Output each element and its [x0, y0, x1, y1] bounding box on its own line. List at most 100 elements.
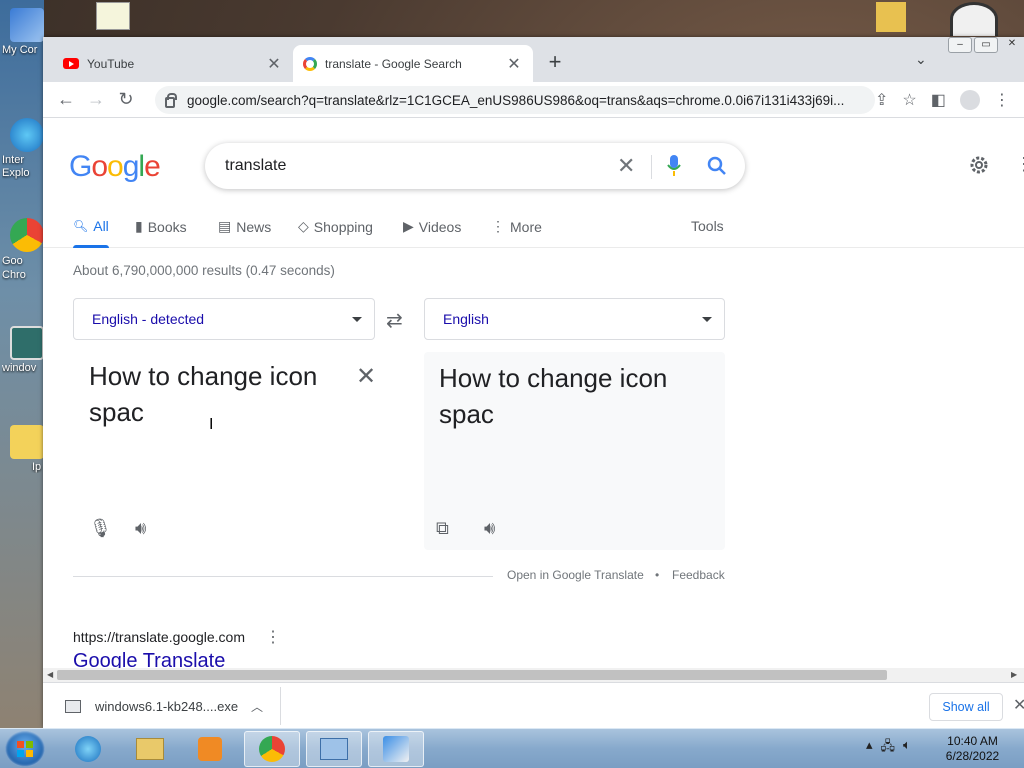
profile-avatar-icon[interactable]	[959, 90, 980, 110]
volume-icon[interactable]: 🔈︎	[903, 737, 911, 759]
scrollbar-thumb[interactable]	[57, 670, 887, 680]
gear-icon[interactable]	[968, 154, 990, 176]
page-content: Google translate ✕ ⋮ 🔍︎ All ▮ Books ▤ Ne…	[43, 118, 1024, 668]
youtube-icon	[63, 58, 79, 69]
chrome-window: YouTube ✕ translate - Google Search ✕ + …	[43, 37, 1024, 728]
show-hidden-icons-icon[interactable]: ▴	[866, 737, 873, 759]
toolbar-actions: ⇪ ☆ ◧ ⋮	[875, 90, 1010, 110]
apps-menu-icon[interactable]: ⋮	[1015, 154, 1024, 175]
dropdown-caret-icon	[352, 317, 362, 322]
search-icon[interactable]	[705, 154, 729, 178]
desktop-icon-windows-file[interactable]: windov	[2, 326, 44, 374]
speaker-icon[interactable]: 🔊︎	[484, 518, 495, 539]
result-url[interactable]: https://translate.google.com	[73, 629, 245, 645]
feedback-link[interactable]: Feedback	[672, 568, 725, 582]
close-icon[interactable]: ✕	[1013, 695, 1024, 715]
tab-news[interactable]: ▤ News	[218, 218, 271, 235]
clock[interactable]: 10:40 AM 6/28/2022	[935, 734, 1010, 764]
taskbar-control-panel[interactable]	[306, 731, 362, 767]
copy-icon[interactable]: ⧉	[436, 518, 449, 539]
microphone-icon[interactable]: 🎙︎	[89, 518, 112, 539]
new-tab-button[interactable]: +	[543, 51, 567, 73]
close-window-button[interactable]: ✕	[1000, 37, 1024, 53]
chevron-up-icon[interactable]: ︿	[251, 698, 263, 715]
desktop-icon-ip-folder[interactable]: Ip	[2, 425, 44, 473]
folder-icon	[876, 2, 906, 32]
taskbar-chrome[interactable]	[244, 731, 300, 767]
news-icon: ▤	[218, 218, 232, 234]
reload-icon[interactable]: ↻	[111, 89, 141, 110]
tab-google-search[interactable]: translate - Google Search ✕	[293, 45, 533, 82]
scroll-left-icon[interactable]: ◀	[47, 670, 53, 679]
horizontal-scrollbar[interactable]: ◀ ▶	[43, 668, 1024, 682]
tab-books[interactable]: ▮ Books	[135, 218, 187, 235]
search-input[interactable]: translate ✕	[205, 143, 745, 189]
start-button[interactable]	[5, 731, 45, 767]
back-arrow-icon[interactable]: ←	[51, 89, 81, 110]
more-dots-icon: ⋮	[491, 218, 505, 234]
source-language-select[interactable]: English - detected	[73, 298, 375, 340]
scroll-right-icon[interactable]: ▶	[1011, 670, 1017, 679]
taskbar-media-player[interactable]	[182, 731, 238, 767]
google-logo[interactable]: Google	[69, 150, 161, 184]
result-more-icon[interactable]: ⋮	[265, 627, 281, 647]
chrome-icon	[259, 736, 285, 762]
translation-output-text: How to change icon spac	[439, 363, 668, 429]
swap-languages-icon[interactable]: ⇄	[386, 308, 403, 333]
widget-divider	[73, 576, 493, 577]
control-panel-icon	[320, 738, 348, 760]
speaker-icon[interactable]: 🔊︎	[135, 518, 146, 539]
show-all-button[interactable]: Show all	[929, 693, 1003, 721]
lock-icon[interactable]	[165, 92, 177, 108]
tab-search-chevron-icon[interactable]: ⌄	[915, 51, 927, 68]
desktop-icon-google-chrome[interactable]: Goo Chro	[2, 218, 44, 282]
result-title-link[interactable]: Google Translate	[73, 650, 225, 668]
tab-more[interactable]: ⋮ More	[491, 218, 542, 235]
folder-icon	[10, 425, 44, 459]
footer-separator: •	[655, 568, 660, 582]
media-player-icon	[198, 737, 222, 761]
download-item[interactable]: windows6.1-kb248....exe ︿	[51, 687, 281, 725]
windows-logo-icon	[17, 741, 33, 757]
desktop-icon-internet-explorer[interactable]: Inter Explo	[2, 118, 44, 180]
search-divider	[651, 155, 652, 179]
taskbar-internet-explorer[interactable]	[60, 731, 116, 767]
clock-date: 6/28/2022	[945, 749, 1000, 763]
taskbar: ▴ 🖧︎ 🔈︎ 10:40 AM 6/28/2022	[0, 728, 1024, 768]
share-icon[interactable]: ⇪	[875, 90, 888, 110]
taskbar-windows-update[interactable]	[368, 731, 424, 767]
menu-kebab-icon[interactable]: ⋮	[994, 90, 1010, 110]
network-icon[interactable]: 🖧︎	[881, 737, 896, 759]
tab-shopping[interactable]: ◇ Shopping	[298, 218, 373, 235]
book-icon: ▮	[135, 218, 143, 234]
clear-source-icon[interactable]: ✕	[356, 362, 376, 391]
desktop-top-icon-disc[interactable]	[950, 2, 998, 36]
tab-strip: YouTube ✕ translate - Google Search ✕ + …	[43, 37, 1024, 82]
tab-videos[interactable]: ▶︎ Videos	[403, 218, 461, 235]
tools-button[interactable]: Tools	[691, 218, 724, 234]
bookmark-star-icon[interactable]: ☆	[902, 90, 916, 110]
search-icon: 🔍︎	[73, 219, 89, 233]
open-in-google-translate-link[interactable]: Open in Google Translate	[507, 568, 644, 582]
desktop-icon-my-computer[interactable]: My Cor	[2, 8, 44, 56]
close-icon[interactable]: ✕	[265, 54, 283, 74]
minimize-button[interactable]: –	[948, 37, 972, 53]
tab-youtube[interactable]: YouTube ✕	[53, 45, 293, 82]
address-bar[interactable]: google.com/search?q=translate&rlz=1C1GCE…	[155, 86, 875, 114]
close-icon[interactable]: ✕	[505, 54, 523, 74]
clear-search-icon[interactable]: ✕	[617, 153, 635, 179]
active-tab-indicator	[73, 245, 109, 248]
target-language-select[interactable]: English	[424, 298, 725, 340]
tab-all[interactable]: 🔍︎ All	[73, 218, 109, 234]
desktop-top-icon-folder[interactable]	[876, 2, 906, 32]
disc-icon	[950, 2, 998, 36]
taskbar-file-explorer[interactable]	[122, 731, 178, 767]
search-tabs: 🔍︎ All ▮ Books ▤ News ◇ Shopping ▶︎ Vide…	[43, 206, 1024, 248]
maximize-button[interactable]: ▭	[974, 37, 998, 53]
desktop-top-icon-notepad[interactable]	[96, 2, 130, 30]
forward-arrow-icon[interactable]: →	[81, 89, 111, 110]
microphone-icon[interactable]	[667, 155, 681, 177]
google-icon	[303, 56, 317, 71]
source-text-input[interactable]: How to change icon spac	[89, 358, 339, 430]
side-panel-icon[interactable]: ◧	[931, 90, 946, 110]
